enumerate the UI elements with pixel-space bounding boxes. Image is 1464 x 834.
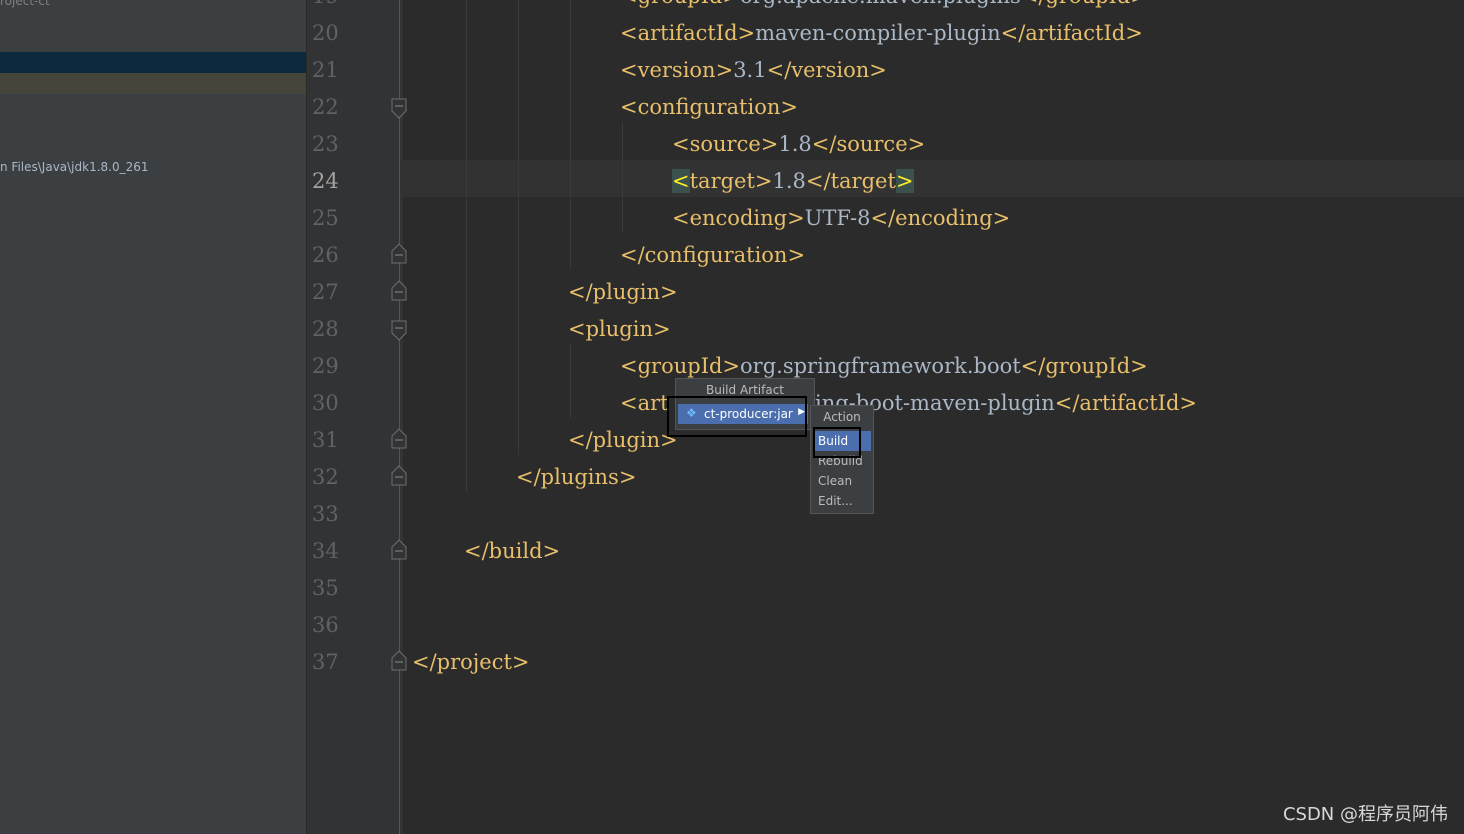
fold-close-icon[interactable]: [391, 427, 407, 449]
line-number: 28: [312, 317, 339, 341]
current-line-highlight: [402, 160, 1464, 197]
xml-tag: </version>: [766, 58, 887, 82]
xml-tag: </encoding>: [870, 206, 1011, 230]
line-number: 30: [312, 391, 339, 415]
xml-tag: <version>: [620, 58, 734, 82]
csdn-watermark: CSDN @程序员阿伟: [1282, 804, 1448, 825]
xml-tag: </artifactId>: [1054, 391, 1197, 415]
xml-tag: <groupId>: [620, 0, 740, 8]
code-line-20[interactable]: <artifactId>maven-compiler-plugin</artif…: [620, 15, 1143, 52]
matched-bracket: <: [672, 169, 690, 193]
code-line-31[interactable]: </plugin>: [568, 422, 678, 459]
xml-tag: <configuration>: [620, 95, 798, 119]
xml-text: UTF-8: [804, 206, 871, 230]
xml-tag: target>: [689, 169, 773, 193]
line-number: 35: [312, 576, 339, 600]
fold-close-icon[interactable]: [391, 464, 407, 486]
xml-tag: <source>: [672, 132, 779, 156]
line-number: 19: [312, 0, 344, 15]
xml-tag: <art: [620, 391, 669, 415]
xml-tag: </source>: [811, 132, 926, 156]
xml-tag: </groupId>: [1020, 354, 1148, 378]
line-number: 22: [312, 95, 339, 119]
indent-guide: [570, 344, 571, 418]
xml-tag: </groupId>: [1021, 0, 1148, 8]
xml-tag: </plugin>: [568, 428, 678, 452]
action-submenu: Action Build Rebuild Clean Edit...: [810, 405, 874, 514]
project-root-label[interactable]: roject-ct: [0, 0, 50, 8]
code-line-22[interactable]: <configuration>: [620, 89, 798, 126]
line-number: 32: [312, 465, 339, 489]
line-number: 31: [312, 428, 339, 452]
fold-open-icon[interactable]: [391, 320, 407, 341]
xml-tag: <plugin>: [568, 317, 671, 341]
xml-tag: </configuration>: [620, 243, 806, 267]
code-line-26[interactable]: </configuration>: [620, 237, 805, 274]
xml-tag: </artifactId>: [1000, 21, 1143, 45]
annotation-box-build: [813, 427, 861, 458]
code-line-21[interactable]: <version>3.1</version>: [620, 52, 887, 89]
xml-text: 1.8: [778, 132, 812, 156]
code-line-23[interactable]: <source>1.8</source>: [672, 126, 925, 163]
xml-tag: <encoding>: [672, 206, 805, 230]
jdk-path-label[interactable]: n Files\Java\jdk1.8.0_261: [0, 160, 149, 174]
line-number: 23: [312, 132, 339, 156]
indent-guide: [570, 0, 571, 270]
code-line-30-left[interactable]: <art: [620, 385, 669, 422]
gutter-divider: [399, 0, 400, 834]
project-panel: roject-ct n Files\Java\jdk1.8.0_261: [0, 0, 306, 834]
code-line-37[interactable]: </project>: [412, 644, 530, 681]
code-line-27[interactable]: </plugin>: [568, 274, 678, 311]
code-line-28[interactable]: <plugin>: [568, 311, 671, 348]
xml-tag: </plugin>: [568, 280, 678, 304]
line-number-current: 24: [312, 169, 339, 193]
indent-guide: [622, 122, 623, 233]
action-edit[interactable]: Edit...: [818, 494, 853, 508]
fold-close-icon[interactable]: [391, 649, 407, 671]
action-title: Action: [823, 410, 861, 424]
matched-bracket: >: [895, 169, 914, 193]
indent-guide: [466, 0, 467, 492]
xml-text: 3.1: [733, 58, 767, 82]
action-clean[interactable]: Clean: [818, 474, 852, 488]
line-number: 33: [312, 502, 339, 526]
build-artifact-title: Build Artifact: [706, 383, 784, 397]
annotation-box-artifact: [667, 396, 807, 437]
project-tree-selected-row[interactable]: [0, 52, 306, 73]
line-number: 29: [312, 354, 339, 378]
xml-text: org.apache.maven.plugins: [740, 0, 1021, 8]
code-line-24[interactable]: <target>1.8</target>: [672, 163, 914, 200]
code-line-19[interactable]: <groupId>org.apache.maven.plugins</group…: [620, 0, 1148, 15]
xml-tag: </plugins>: [516, 465, 637, 489]
code-line-25[interactable]: <encoding>UTF-8</encoding>: [672, 200, 1010, 237]
line-number: 26: [312, 243, 339, 267]
project-tree-hover-row[interactable]: [0, 73, 306, 94]
line-number: 36: [312, 613, 339, 637]
fold-close-icon[interactable]: [391, 242, 407, 264]
xml-text: maven-compiler-plugin: [755, 21, 1001, 45]
line-number: 20: [312, 21, 339, 45]
fold-close-icon[interactable]: [391, 538, 407, 560]
line-number: 27: [312, 280, 339, 304]
line-number: 21: [312, 58, 339, 82]
indent-guide: [518, 0, 519, 455]
line-number: 34: [312, 539, 339, 563]
line-number: 37: [312, 650, 339, 674]
code-line-32[interactable]: </plugins>: [516, 459, 636, 496]
xml-tag: </project>: [412, 650, 530, 674]
xml-text: 1.8: [772, 169, 806, 193]
code-line-34[interactable]: </build>: [464, 533, 560, 570]
xml-text: org.springframework.boot: [740, 354, 1021, 378]
fold-open-icon[interactable]: [391, 98, 407, 119]
line-number: 25: [312, 206, 339, 230]
xml-tag: <artifactId>: [620, 21, 756, 45]
xml-tag: </build>: [464, 539, 561, 563]
xml-tag: </target: [805, 169, 896, 193]
xml-tag: <groupId>: [620, 354, 741, 378]
fold-close-icon[interactable]: [391, 279, 407, 301]
